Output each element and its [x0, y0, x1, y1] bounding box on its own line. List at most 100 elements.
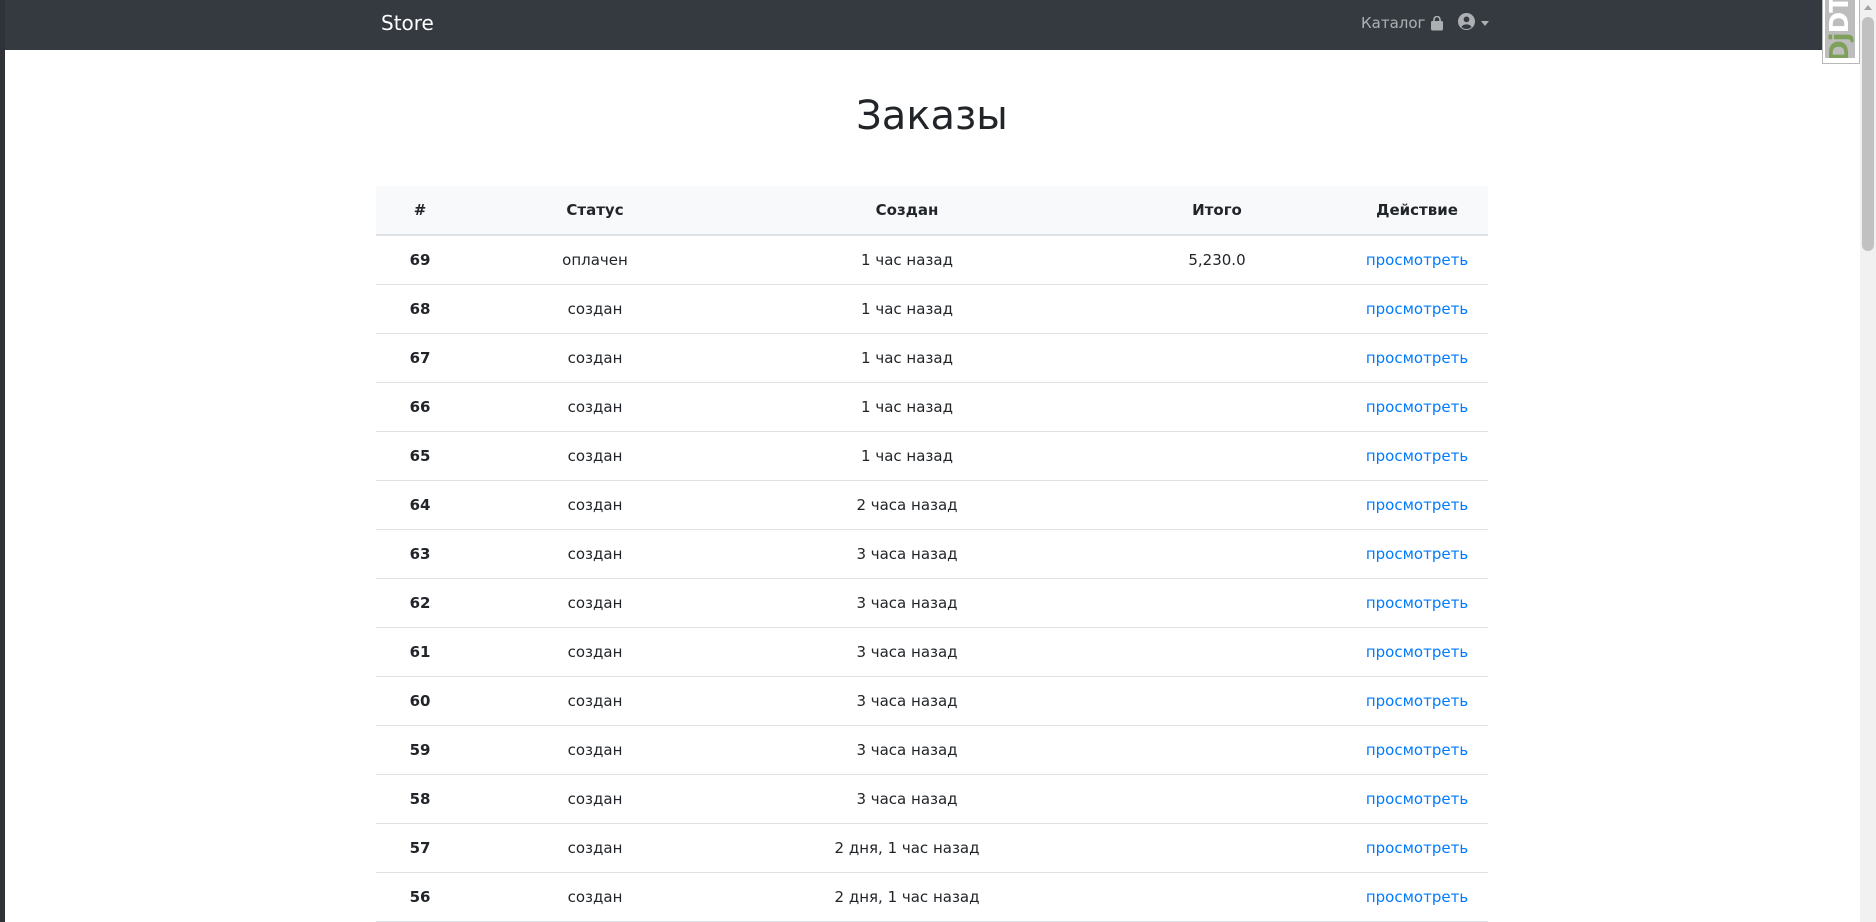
- order-status: создан: [464, 529, 726, 579]
- order-created: 3 часа назад: [726, 529, 1088, 579]
- order-total: [1088, 578, 1346, 628]
- catalog-link[interactable]: Каталог: [1361, 14, 1444, 32]
- table-row: 68 создан 1 час назад просмотреть: [376, 284, 1488, 334]
- order-action: просмотреть: [1346, 529, 1488, 579]
- catalog-link-label: Каталог: [1361, 14, 1426, 32]
- table-row: 57 создан 2 дня, 1 час назад просмотреть: [376, 823, 1488, 873]
- order-created: 3 часа назад: [726, 725, 1088, 775]
- order-action: просмотреть: [1346, 676, 1488, 726]
- table-header-row: # Статус Создан Итого Действие: [376, 186, 1488, 236]
- brand-link[interactable]: Store: [381, 11, 434, 35]
- order-action: просмотреть: [1346, 627, 1488, 677]
- table-row: 56 создан 2 дня, 1 час назад просмотреть: [376, 872, 1488, 922]
- order-status: создан: [464, 333, 726, 383]
- order-status: создан: [464, 284, 726, 334]
- order-created: 1 час назад: [726, 431, 1088, 481]
- table-row: 62 создан 3 часа назад просмотреть: [376, 578, 1488, 628]
- table-row: 67 создан 1 час назад просмотреть: [376, 333, 1488, 383]
- order-id: 66: [376, 382, 464, 432]
- view-order-link[interactable]: просмотреть: [1366, 398, 1468, 416]
- order-created: 2 часа назад: [726, 480, 1088, 530]
- scroll-up-arrow-icon[interactable]: [1864, 5, 1872, 10]
- order-action: просмотреть: [1346, 333, 1488, 383]
- column-header-id: #: [376, 186, 464, 236]
- order-total: 5,230.0: [1088, 235, 1346, 285]
- table-row: 60 создан 3 часа назад просмотреть: [376, 676, 1488, 726]
- view-order-link[interactable]: просмотреть: [1366, 349, 1468, 367]
- column-header-created: Создан: [726, 186, 1088, 236]
- order-id: 64: [376, 480, 464, 530]
- orders-table-body: 69 оплачен 1 час назад 5,230.0 просмотреть 68…: [376, 235, 1488, 922]
- view-order-link[interactable]: просмотреть: [1366, 300, 1468, 318]
- order-total: [1088, 676, 1346, 726]
- order-status: создан: [464, 382, 726, 432]
- order-id: 67: [376, 333, 464, 383]
- scrollbar-thumb[interactable]: [1862, 17, 1874, 251]
- order-action: просмотреть: [1346, 774, 1488, 824]
- view-order-link[interactable]: просмотреть: [1366, 790, 1468, 808]
- table-row: 58 создан 3 часа назад просмотреть: [376, 774, 1488, 824]
- view-order-link[interactable]: просмотреть: [1366, 251, 1468, 269]
- view-order-link[interactable]: просмотреть: [1366, 496, 1468, 514]
- top-navbar: Store Каталог: [5, 0, 1860, 50]
- column-header-total: Итого: [1088, 186, 1346, 236]
- order-created: 1 час назад: [726, 284, 1088, 334]
- window-edge: [0, 0, 5, 922]
- order-total: [1088, 823, 1346, 873]
- order-total: [1088, 431, 1346, 481]
- order-status: создан: [464, 627, 726, 677]
- order-total: [1088, 333, 1346, 383]
- order-action: просмотреть: [1346, 578, 1488, 628]
- view-order-link[interactable]: просмотреть: [1366, 692, 1468, 710]
- browser-viewport: Store Каталог DjDT Заказы # Статус Созда…: [0, 0, 1876, 922]
- order-id: 56: [376, 872, 464, 922]
- table-row: 66 создан 1 час назад просмотреть: [376, 382, 1488, 432]
- order-total: [1088, 284, 1346, 334]
- order-created: 3 часа назад: [726, 627, 1088, 677]
- order-total: [1088, 774, 1346, 824]
- debug-toolbar-label-dj: Dj: [1825, 33, 1855, 58]
- view-order-link[interactable]: просмотреть: [1366, 888, 1468, 906]
- shopping-bag-icon: [1430, 15, 1444, 31]
- order-id: 63: [376, 529, 464, 579]
- order-action: просмотреть: [1346, 823, 1488, 873]
- order-created: 3 часа назад: [726, 774, 1088, 824]
- table-row: 61 создан 3 часа назад просмотреть: [376, 627, 1488, 677]
- order-id: 65: [376, 431, 464, 481]
- order-created: 3 часа назад: [726, 676, 1088, 726]
- debug-toolbar-handle[interactable]: DjDT: [1822, 0, 1860, 64]
- view-order-link[interactable]: просмотреть: [1366, 545, 1468, 563]
- order-id: 57: [376, 823, 464, 873]
- view-order-link[interactable]: просмотреть: [1366, 643, 1468, 661]
- order-action: просмотреть: [1346, 872, 1488, 922]
- caret-down-icon: [1481, 20, 1490, 26]
- order-status: создан: [464, 725, 726, 775]
- order-created: 1 час назад: [726, 333, 1088, 383]
- order-total: [1088, 627, 1346, 677]
- view-order-link[interactable]: просмотреть: [1366, 839, 1468, 857]
- navbar-right: Каталог: [1361, 11, 1490, 35]
- user-circle-icon: [1458, 12, 1476, 34]
- order-created: 3 часа назад: [726, 578, 1088, 628]
- order-created: 1 час назад: [726, 382, 1088, 432]
- debug-toolbar-logo: DjDT: [1825, 0, 1855, 58]
- order-id: 69: [376, 235, 464, 285]
- user-menu-toggle[interactable]: [1458, 12, 1490, 34]
- table-row: 69 оплачен 1 час назад 5,230.0 просмотреть: [376, 235, 1488, 285]
- order-action: просмотреть: [1346, 480, 1488, 530]
- view-order-link[interactable]: просмотреть: [1366, 447, 1468, 465]
- vertical-scrollbar[interactable]: [1860, 0, 1876, 922]
- view-order-link[interactable]: просмотреть: [1366, 741, 1468, 759]
- column-header-status: Статус: [464, 186, 726, 236]
- order-status: создан: [464, 774, 726, 824]
- order-total: [1088, 872, 1346, 922]
- order-status: создан: [464, 823, 726, 873]
- order-total: [1088, 725, 1346, 775]
- column-header-action: Действие: [1346, 186, 1488, 236]
- view-order-link[interactable]: просмотреть: [1366, 594, 1468, 612]
- table-row: 65 создан 1 час назад просмотреть: [376, 431, 1488, 481]
- order-action: просмотреть: [1346, 382, 1488, 432]
- order-action: просмотреть: [1346, 725, 1488, 775]
- order-total: [1088, 529, 1346, 579]
- order-status: создан: [464, 480, 726, 530]
